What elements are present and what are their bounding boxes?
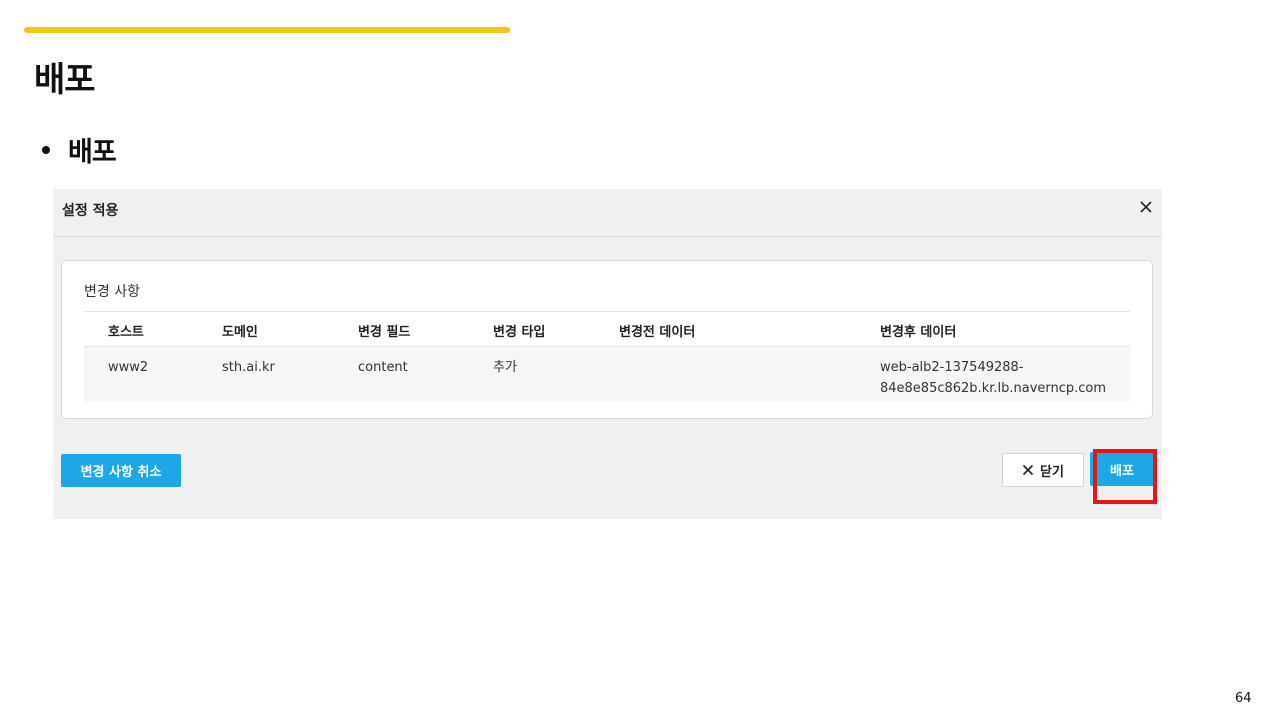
close-icon bbox=[1022, 464, 1034, 476]
column-header-domain: 도메인 bbox=[222, 325, 258, 340]
column-header-before-data: 변경전 데이터 bbox=[619, 325, 696, 340]
close-icon[interactable] bbox=[1139, 200, 1155, 216]
cell-domain: sth.ai.kr bbox=[222, 360, 275, 375]
apply-settings-dialog: 설정 적용 변경 사항 호스트 도메인 변경 필드 변경 타입 변경전 데이터 … bbox=[53, 189, 1162, 519]
bullet-dot bbox=[42, 145, 50, 154]
deploy-button[interactable]: 배포 bbox=[1090, 452, 1154, 486]
page-number: 64 bbox=[1235, 691, 1252, 706]
changes-table: 호스트 도메인 변경 필드 변경 타입 변경전 데이터 변경후 데이터 www2… bbox=[84, 311, 1130, 402]
panel-title: 변경 사항 bbox=[84, 284, 140, 300]
cell-changed-field: content bbox=[358, 360, 408, 375]
accent-bar bbox=[24, 27, 510, 33]
table-row: www2 sth.ai.kr content 추가 web-alb2-13754… bbox=[84, 347, 1130, 402]
bullet-item: 배포 bbox=[42, 130, 117, 169]
column-header-changed-field: 변경 필드 bbox=[358, 325, 411, 340]
cell-change-type: 추가 bbox=[493, 360, 517, 375]
column-header-change-type: 변경 타입 bbox=[493, 325, 546, 340]
column-header-host: 호스트 bbox=[108, 325, 144, 340]
dialog-title: 설정 적용 bbox=[62, 203, 119, 219]
cell-host: www2 bbox=[108, 360, 149, 375]
slide-title: 배포 bbox=[34, 60, 96, 100]
cell-after-data: web-alb2-137549288-84e8e85c862b.kr.lb.na… bbox=[880, 360, 1107, 396]
table-header: 호스트 도메인 변경 필드 변경 타입 변경전 데이터 변경후 데이터 bbox=[84, 311, 1130, 347]
column-header-after-data: 변경후 데이터 bbox=[880, 325, 957, 340]
cancel-changes-button[interactable]: 변경 사항 취소 bbox=[61, 454, 181, 487]
bullet-text: 배포 bbox=[68, 137, 117, 168]
dialog-header: 설정 적용 bbox=[53, 189, 1162, 237]
close-button[interactable]: 닫기 bbox=[1002, 453, 1084, 487]
close-button-label: 닫기 bbox=[1040, 464, 1064, 480]
changes-panel: 변경 사항 호스트 도메인 변경 필드 변경 타입 변경전 데이터 변경후 데이… bbox=[61, 260, 1153, 419]
